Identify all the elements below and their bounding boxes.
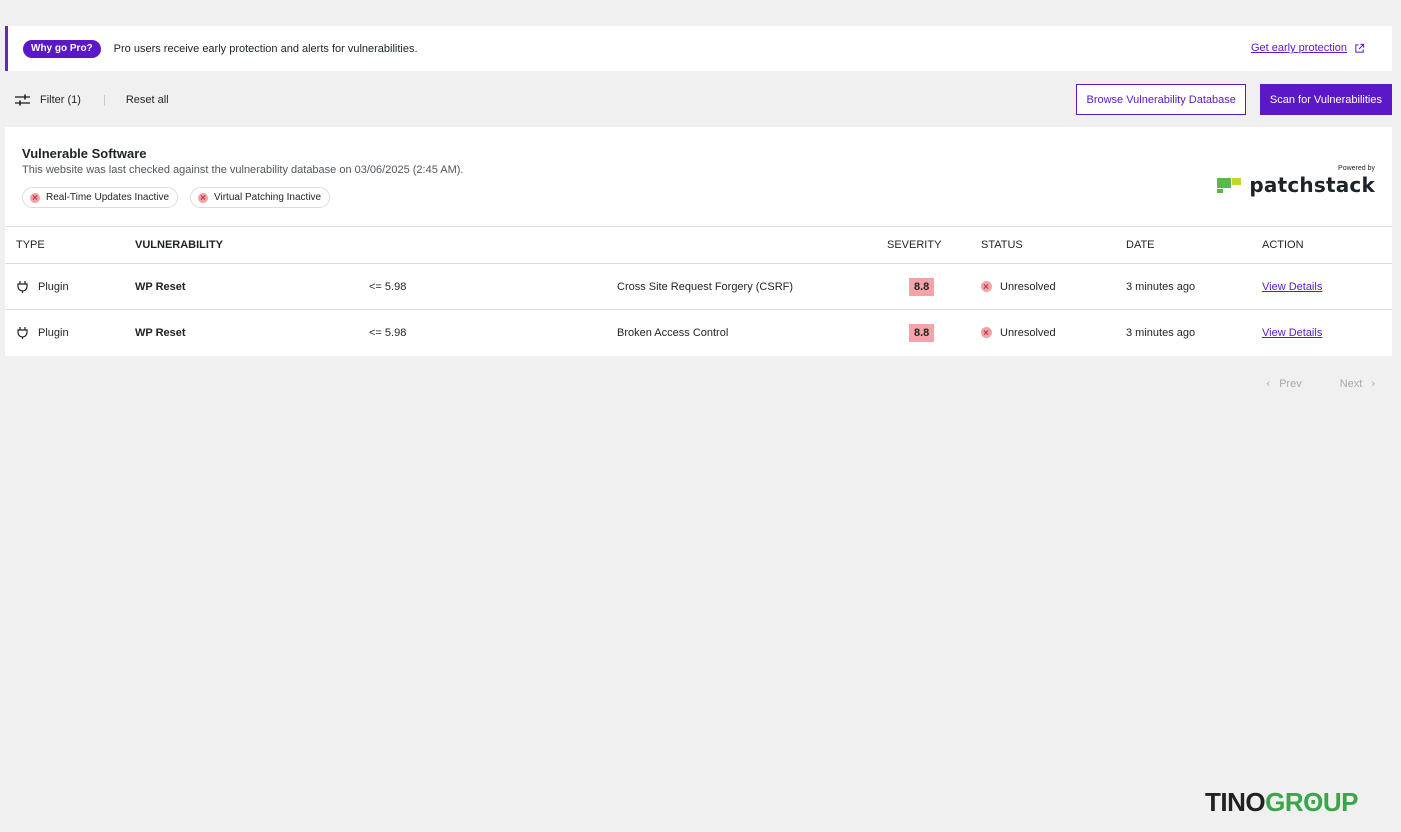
col-action: ACTION bbox=[1262, 226, 1392, 264]
why-go-pro-pill[interactable]: Why go Pro? bbox=[23, 39, 101, 58]
get-early-protection-label: Get early protection bbox=[1251, 42, 1347, 54]
severity-badge: 8.8 bbox=[909, 323, 935, 342]
vulnerability-table: TYPE VULNERABILITY SEVERITY STATUS DATE … bbox=[5, 226, 1392, 356]
plug-icon bbox=[17, 327, 28, 340]
cell-vuln-title: Cross Site Request Forgery (CSRF) bbox=[617, 263, 887, 310]
table-row: Plugin WP Reset <= 5.98 Cross Site Reque… bbox=[5, 263, 1392, 310]
col-vulnerability[interactable]: VULNERABILITY bbox=[122, 226, 369, 264]
get-early-protection-link[interactable]: Get early protection bbox=[1251, 42, 1365, 54]
scan-for-vulnerabilities-button[interactable]: Scan for Vulnerabilities bbox=[1259, 84, 1392, 115]
cell-date: 3 minutes ago bbox=[1126, 263, 1262, 310]
toolbar-actions: Browse Vulnerability Database Scan for V… bbox=[1076, 84, 1392, 115]
tino-group-watermark: TINOGRʘUP bbox=[1205, 787, 1358, 818]
card-title: Vulnerable Software bbox=[22, 146, 147, 161]
reset-all-button[interactable]: Reset all bbox=[126, 94, 169, 106]
cell-vuln-title: Broken Access Control bbox=[617, 326, 729, 339]
cell-name: WP Reset bbox=[135, 326, 186, 339]
cell-type: Plugin bbox=[5, 263, 122, 310]
chevron-left-icon: ‹ bbox=[1266, 378, 1271, 390]
card-subtitle: This website was last checked against th… bbox=[22, 164, 464, 176]
cell-severity: 8.8 bbox=[887, 310, 981, 356]
chip-virtual-patching: Virtual Patching Inactive bbox=[190, 187, 331, 208]
browse-vulnerability-database-button[interactable]: Browse Vulnerability Database bbox=[1076, 84, 1246, 115]
watermark-part1: TINO bbox=[1205, 787, 1266, 817]
status-chips: Real-Time Updates Inactive Virtual Patch… bbox=[22, 187, 1375, 208]
patchstack-logo: patchstack bbox=[1217, 173, 1375, 197]
patchstack-wordmark: patchstack bbox=[1249, 173, 1375, 197]
table-row: Plugin WP Reset <= 5.98 Broken Access Co… bbox=[5, 310, 1392, 356]
pro-banner-text: Pro users receive early protection and a… bbox=[113, 42, 418, 55]
col-version bbox=[369, 226, 617, 264]
plug-icon bbox=[17, 281, 28, 293]
status-label: Unresolved bbox=[1000, 326, 1056, 339]
chevron-right-icon: › bbox=[1371, 378, 1375, 390]
view-details-link[interactable]: View Details bbox=[1262, 281, 1322, 293]
col-severity[interactable]: SEVERITY bbox=[887, 226, 981, 264]
cell-type: Plugin bbox=[5, 310, 122, 356]
chip-label: Real-Time Updates Inactive bbox=[46, 192, 170, 203]
powered-by-label: Powered by bbox=[1338, 165, 1375, 172]
x-circle-icon bbox=[981, 327, 992, 339]
cell-action: View Details bbox=[1262, 263, 1392, 310]
prev-label: Prev bbox=[1279, 378, 1302, 390]
x-circle-icon bbox=[198, 192, 209, 203]
cell-status: Unresolved bbox=[981, 310, 1126, 356]
x-circle-icon bbox=[981, 281, 992, 292]
col-title bbox=[617, 226, 887, 264]
type-label: Plugin bbox=[38, 326, 69, 339]
sliders-icon bbox=[15, 94, 30, 106]
filter-button[interactable]: Filter (1) bbox=[15, 94, 81, 106]
watermark-part2: GRʘUP bbox=[1265, 787, 1358, 817]
next-label: Next bbox=[1339, 378, 1363, 390]
prev-button[interactable]: ‹ Prev bbox=[1266, 378, 1301, 390]
cell-severity: 8.8 bbox=[887, 263, 981, 310]
pro-banner: Why go Pro? Pro users receive early prot… bbox=[5, 26, 1392, 71]
card-header: Vulnerable Software This website was las… bbox=[5, 127, 1392, 226]
col-status[interactable]: STATUS bbox=[981, 226, 1126, 264]
patchstack-mark-icon bbox=[1217, 177, 1242, 193]
toolbar-divider: | bbox=[102, 94, 106, 106]
cell-version: <= 5.98 bbox=[369, 263, 617, 310]
toolbar: Filter (1) | Reset all Browse Vulnerabil… bbox=[15, 84, 1392, 116]
col-date[interactable]: DATE bbox=[1126, 226, 1262, 264]
type-label: Plugin bbox=[38, 280, 69, 293]
cell-name: WP Reset bbox=[122, 263, 369, 310]
status-label: Unresolved bbox=[1000, 280, 1056, 293]
cell-version: <= 5.98 bbox=[369, 326, 407, 339]
cell-date: 3 minutes ago bbox=[1126, 326, 1196, 339]
cell-status: Unresolved bbox=[981, 263, 1126, 310]
severity-badge: 8.8 bbox=[909, 277, 935, 296]
table-header-row: TYPE VULNERABILITY SEVERITY STATUS DATE … bbox=[5, 226, 1392, 264]
col-type[interactable]: TYPE bbox=[5, 226, 122, 264]
external-link-icon bbox=[1355, 43, 1365, 53]
powered-by-patchstack: Powered by patchstack bbox=[1217, 165, 1375, 197]
x-circle-icon bbox=[30, 192, 40, 203]
vulnerable-software-card: Vulnerable Software This website was las… bbox=[5, 127, 1392, 356]
pagination: ‹ Prev Next › bbox=[1266, 378, 1375, 390]
cell-action: View Details bbox=[1262, 310, 1392, 356]
chip-label: Virtual Patching Inactive bbox=[214, 192, 322, 203]
chip-real-time-updates: Real-Time Updates Inactive bbox=[22, 187, 179, 208]
filter-label: Filter (1) bbox=[40, 94, 81, 106]
next-button[interactable]: Next › bbox=[1340, 378, 1375, 390]
view-details-link[interactable]: View Details bbox=[1262, 327, 1322, 339]
